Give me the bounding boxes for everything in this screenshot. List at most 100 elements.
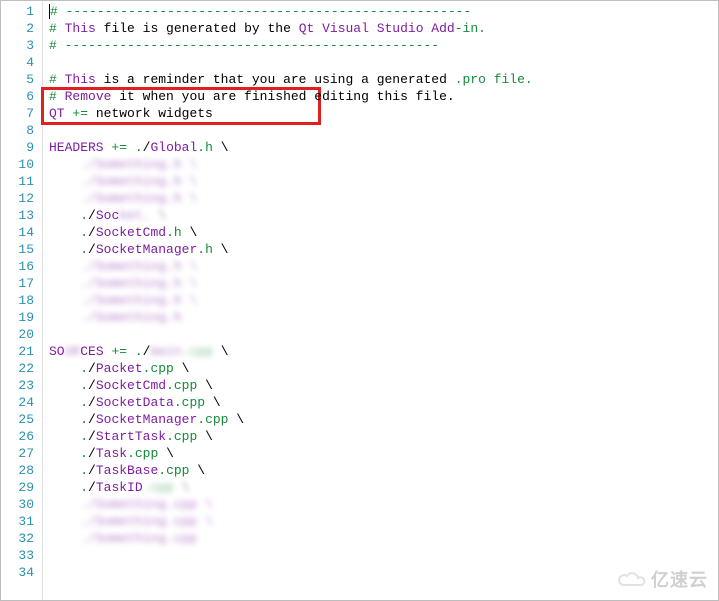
code-token: . bbox=[80, 242, 88, 257]
code-line[interactable]: # Remove it when you are finished editin… bbox=[49, 88, 718, 105]
code-line[interactable]: # This is a reminder that you are using … bbox=[49, 71, 718, 88]
code-token: ----------------------------------------… bbox=[66, 4, 472, 19]
line-number: 25 bbox=[1, 411, 42, 428]
code-token: # bbox=[49, 89, 57, 104]
code-token: . bbox=[80, 412, 88, 427]
code-token: ./Something.h \ bbox=[49, 174, 197, 189]
code-line[interactable]: ./Something.h \ bbox=[49, 190, 718, 207]
code-line[interactable]: ./Something.h \ bbox=[49, 275, 718, 292]
code-line[interactable] bbox=[49, 326, 718, 343]
code-token: is a reminder that you are using a gener… bbox=[96, 72, 455, 87]
code-line[interactable]: ./TaskID.cpp \ bbox=[49, 479, 718, 496]
code-line[interactable]: ./Something.cpp \ bbox=[49, 496, 718, 513]
code-token: / bbox=[88, 378, 96, 393]
code-token: SocketManager bbox=[96, 242, 197, 257]
line-number: 20 bbox=[1, 326, 42, 343]
line-number: 8 bbox=[1, 122, 42, 139]
watermark: 亿速云 bbox=[617, 566, 708, 592]
code-line[interactable]: ./Something.h bbox=[49, 309, 718, 326]
code-line[interactable]: ./Something.h \ bbox=[49, 258, 718, 275]
code-line[interactable]: ./Task.cpp \ bbox=[49, 445, 718, 462]
code-line[interactable]: QT += network widgets bbox=[49, 105, 718, 122]
code-token: \ bbox=[197, 429, 213, 444]
code-line[interactable]: ./Packet.cpp \ bbox=[49, 360, 718, 377]
code-token: \ bbox=[205, 395, 221, 410]
line-number: 28 bbox=[1, 462, 42, 479]
code-line[interactable]: ./Something.h \ bbox=[49, 292, 718, 309]
code-token: Packet bbox=[96, 361, 143, 376]
code-token: ./Something.h \ bbox=[49, 157, 197, 172]
line-number: 5 bbox=[1, 71, 42, 88]
code-token: StartTask bbox=[96, 429, 166, 444]
code-token: ./Something.h bbox=[49, 310, 182, 325]
code-line[interactable]: ./SocketCmd.h \ bbox=[49, 224, 718, 241]
code-line[interactable] bbox=[49, 122, 718, 139]
code-token bbox=[49, 225, 80, 240]
code-area: 1234567891011121314151617181920212223242… bbox=[1, 1, 718, 600]
code-token bbox=[49, 446, 80, 461]
line-number: 12 bbox=[1, 190, 42, 207]
line-number: 22 bbox=[1, 360, 42, 377]
code-line[interactable]: ./Something.h \ bbox=[49, 173, 718, 190]
code-token bbox=[49, 395, 80, 410]
code-token: \ bbox=[213, 344, 229, 359]
code-line[interactable]: ./TaskBase.cpp \ bbox=[49, 462, 718, 479]
code-token: .cpp bbox=[127, 446, 158, 461]
code-token: TaskBase bbox=[96, 463, 158, 478]
code-token: .h bbox=[197, 140, 213, 155]
code-lines[interactable]: # --------------------------------------… bbox=[43, 1, 718, 600]
watermark-text: 亿速云 bbox=[651, 566, 708, 592]
code-token: / bbox=[88, 225, 96, 240]
code-token: / bbox=[88, 446, 96, 461]
code-editor[interactable]: 1234567891011121314151617181920212223242… bbox=[0, 0, 719, 601]
line-number: 9 bbox=[1, 139, 42, 156]
code-line[interactable]: ./Something.cpp \ bbox=[49, 513, 718, 530]
code-line[interactable]: # --------------------------------------… bbox=[49, 37, 718, 54]
code-token: . bbox=[80, 225, 88, 240]
code-line[interactable]: ./Something.h \ bbox=[49, 156, 718, 173]
code-token: -in. bbox=[455, 21, 486, 36]
code-token: Remove bbox=[65, 89, 112, 104]
line-number: 14 bbox=[1, 224, 42, 241]
code-token: ./Something.h \ bbox=[49, 276, 197, 291]
code-token: \ bbox=[174, 361, 190, 376]
code-line[interactable]: HEADERS += ./Global.h \ bbox=[49, 139, 718, 156]
code-token: network widgets bbox=[88, 106, 213, 121]
line-number-gutter: 1234567891011121314151617181920212223242… bbox=[1, 1, 43, 600]
code-token: . bbox=[80, 446, 88, 461]
code-line[interactable] bbox=[49, 547, 718, 564]
code-line[interactable]: ./Socket. \ bbox=[49, 207, 718, 224]
code-token bbox=[57, 72, 65, 87]
code-token bbox=[57, 89, 65, 104]
code-line[interactable] bbox=[49, 54, 718, 71]
line-number: 19 bbox=[1, 309, 42, 326]
line-number: 6 bbox=[1, 88, 42, 105]
code-token: ./Something.cpp \ bbox=[49, 514, 213, 529]
code-token: file is generated by the bbox=[96, 21, 299, 36]
code-token: ./Something.cpp bbox=[49, 531, 197, 546]
code-line[interactable]: # This file is generated by the Qt Visua… bbox=[49, 20, 718, 37]
code-token: / bbox=[88, 208, 96, 223]
code-token bbox=[57, 21, 65, 36]
code-token: SocketData bbox=[96, 395, 174, 410]
code-line[interactable]: SOURCES += ./main.cpp \ bbox=[49, 343, 718, 360]
code-line[interactable]: ./SocketManager.h \ bbox=[49, 241, 718, 258]
code-token: CES bbox=[80, 344, 103, 359]
code-token: += bbox=[111, 344, 127, 359]
code-line[interactable]: ./StartTask.cpp \ bbox=[49, 428, 718, 445]
line-number: 21 bbox=[1, 343, 42, 360]
code-line[interactable]: ./SocketManager.cpp \ bbox=[49, 411, 718, 428]
code-token: # bbox=[49, 21, 57, 36]
code-token: \ bbox=[174, 480, 190, 495]
code-line[interactable]: ./Something.cpp bbox=[49, 530, 718, 547]
code-token: \ bbox=[182, 225, 198, 240]
code-token: Task bbox=[96, 446, 127, 461]
code-token: .cpp bbox=[158, 463, 189, 478]
code-line[interactable]: ./SocketData.cpp \ bbox=[49, 394, 718, 411]
line-number: 17 bbox=[1, 275, 42, 292]
code-line[interactable]: ./SocketCmd.cpp \ bbox=[49, 377, 718, 394]
code-token: . bbox=[80, 480, 88, 495]
code-token: . bbox=[80, 378, 88, 393]
code-line[interactable]: # --------------------------------------… bbox=[49, 3, 718, 20]
line-number: 4 bbox=[1, 54, 42, 71]
